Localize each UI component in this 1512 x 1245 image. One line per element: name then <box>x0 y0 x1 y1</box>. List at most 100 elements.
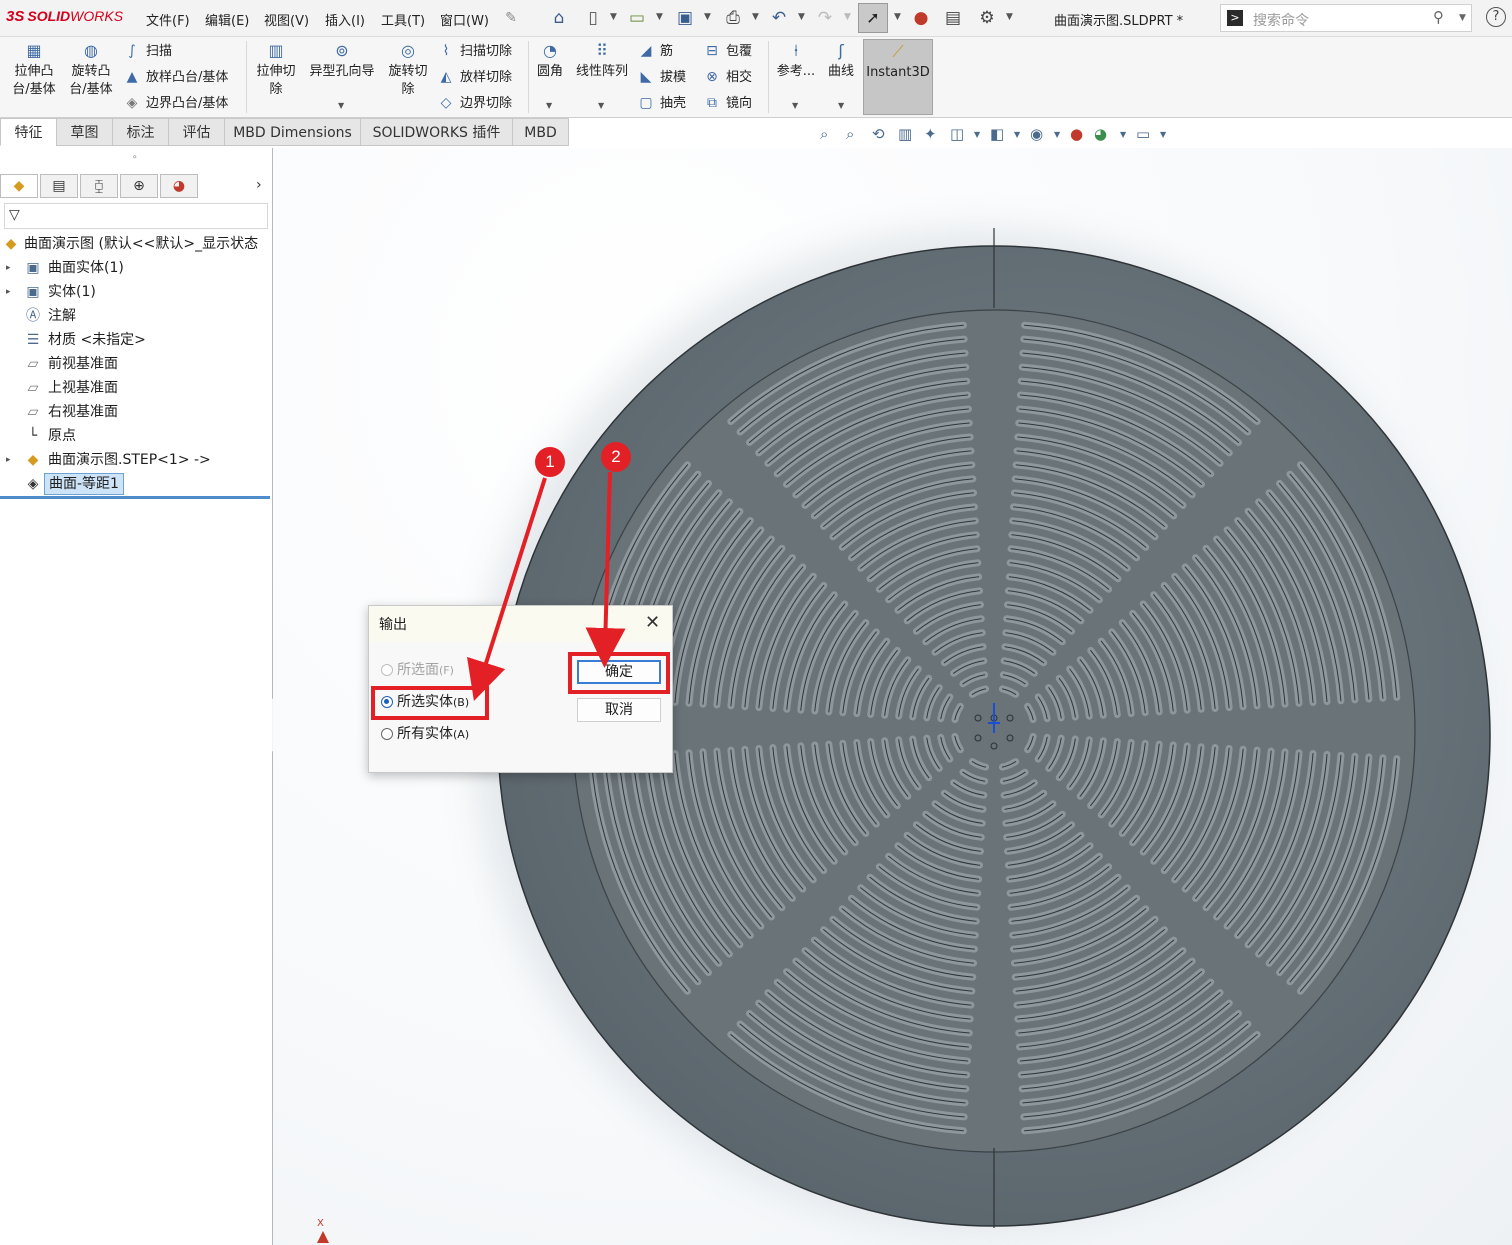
feature-tree-filter[interactable]: ▽ <box>4 203 268 229</box>
options-dropdown-icon[interactable]: ▼ <box>1006 12 1013 22</box>
curves-dropdown-icon[interactable]: ▼ <box>838 101 844 110</box>
solidworks-logo[interactable]: 3S SOLIDWORKS <box>6 8 123 25</box>
linear-pattern-button[interactable]: ⠿ 线性阵列 <box>572 41 632 81</box>
hide-show-dropdown-icon[interactable]: ▼ <box>1054 130 1060 139</box>
extrude-cut-button[interactable]: ▥ 拉伸切除 <box>252 41 300 99</box>
tab-markup[interactable]: 标注 <box>112 118 169 146</box>
view-settings-dropdown-icon[interactable]: ▼ <box>1160 130 1166 139</box>
redo-icon[interactable]: ↷ <box>814 7 836 29</box>
boundary-boss-button[interactable]: ◈ 边界凸台/基体 <box>122 93 229 113</box>
intersect-button[interactable]: ⊗ 相交 <box>702 67 752 87</box>
radio-all-bodies[interactable]: 所有实体(A) <box>381 723 469 745</box>
save-dropdown-icon[interactable]: ▼ <box>704 12 711 22</box>
revolve-boss-button[interactable]: ◍ 旋转凸 台/基体 <box>65 41 117 99</box>
cancel-button[interactable]: 取消 <box>577 698 661 722</box>
dynamic-annotation-icon[interactable]: ✦ <box>924 125 937 143</box>
save-icon[interactable]: ▣ <box>674 7 696 29</box>
surface-bodies-folder-icon: ▣ <box>26 260 40 276</box>
tab-solidworks-addins[interactable]: SOLIDWORKS 插件 <box>360 118 513 146</box>
pin-icon[interactable]: ✎ <box>500 7 522 29</box>
search-commands-box[interactable]: > 搜索命令 ⚲ ▼ <box>1220 4 1472 32</box>
select-pointer-icon[interactable]: ➚ <box>858 3 888 33</box>
hole-wizard-dropdown-icon[interactable]: ▼ <box>338 101 344 110</box>
loft-boss-button[interactable]: ▲ 放样凸台/基体 <box>122 67 229 87</box>
menu-insert[interactable]: 插入(I) <box>325 10 365 29</box>
close-icon[interactable]: ✕ <box>645 612 660 633</box>
lofted-cut-button[interactable]: ◭ 放样切除 <box>436 67 512 87</box>
display-manager-tab-icon[interactable]: ◕ <box>160 174 198 198</box>
display-style-icon[interactable]: ◧ <box>990 125 1004 143</box>
configuration-manager-tab-icon[interactable]: ⧮ <box>80 174 118 198</box>
revolve-cut-button[interactable]: ◎ 旋转切除 <box>384 41 432 99</box>
new-document-icon[interactable]: ▯ <box>582 7 604 29</box>
view-orientation-icon[interactable]: ◫ <box>950 125 964 143</box>
tree-rollback-bar[interactable] <box>0 496 270 499</box>
options-gear-icon[interactable]: ⚙ <box>976 7 998 29</box>
open-folder-icon[interactable]: ▭ <box>626 7 648 29</box>
hole-wizard-button[interactable]: ⊚ 异型孔向导 <box>304 41 380 81</box>
chevron-right-icon[interactable]: › <box>256 177 262 193</box>
menu-file[interactable]: 文件(F) <box>146 10 190 29</box>
search-icon[interactable]: ⚲ <box>1433 8 1444 26</box>
tab-features[interactable]: 特征 <box>0 118 57 146</box>
feature-manager-tab-icon[interactable]: ◆ <box>0 174 38 198</box>
open-dropdown-icon[interactable]: ▼ <box>656 12 663 22</box>
reference-geometry-button[interactable]: ⍿ 参考... <box>774 41 818 81</box>
apply-scene-dropdown-icon[interactable]: ▼ <box>1120 130 1126 139</box>
menu-tools[interactable]: 工具(T) <box>381 10 425 29</box>
tab-sketch[interactable]: 草图 <box>56 118 113 146</box>
edit-appearance-icon[interactable]: ● <box>1070 125 1083 143</box>
view-orientation-dropdown-icon[interactable]: ▼ <box>974 130 980 139</box>
reference-dropdown-icon[interactable]: ▼ <box>792 101 798 110</box>
new-dropdown-icon[interactable]: ▼ <box>610 12 617 22</box>
fillet-dropdown-icon[interactable]: ▼ <box>546 101 552 110</box>
wrap-button[interactable]: ⊟ 包覆 <box>702 41 752 61</box>
menu-window[interactable]: 窗口(W) <box>440 10 489 29</box>
previous-view-icon[interactable]: ⟲ <box>872 125 885 143</box>
undo-icon[interactable]: ↶ <box>768 7 790 29</box>
menu-view[interactable]: 视图(V) <box>264 10 309 29</box>
filter-icon: ▽ <box>9 207 20 223</box>
draft-button[interactable]: ◣ 拔模 <box>636 67 686 87</box>
search-dropdown-icon[interactable]: ▼ <box>1459 13 1466 23</box>
property-manager-tab-icon[interactable]: ▤ <box>40 174 78 198</box>
extrude-boss-button[interactable]: ▦ 拉伸凸 台/基体 <box>8 41 60 99</box>
zoom-to-area-icon[interactable]: ⌕ <box>846 125 854 143</box>
swept-cut-button[interactable]: ⌇ 扫描切除 <box>436 41 512 61</box>
undo-dropdown-icon[interactable]: ▼ <box>798 12 805 22</box>
radio-selected-faces[interactable]: 所选面(F) <box>381 659 454 681</box>
menu-edit[interactable]: 编辑(E) <box>205 10 249 29</box>
dialog-titlebar[interactable] <box>369 606 672 642</box>
instant3d-button[interactable]: ⟋ Instant3D <box>863 39 933 115</box>
expand-arrow-icon[interactable]: ▸ <box>6 281 11 303</box>
tab-mbd[interactable]: MBD <box>512 118 569 146</box>
mirror-button[interactable]: ⧉ 镜向 <box>702 93 752 113</box>
expand-arrow-icon[interactable]: ▸ <box>6 449 11 471</box>
pattern-dropdown-icon[interactable]: ▼ <box>598 101 604 110</box>
print-icon[interactable]: ⎙ <box>722 7 744 29</box>
tab-evaluate[interactable]: 评估 <box>168 118 225 146</box>
home-icon[interactable]: ⌂ <box>548 7 570 29</box>
rib-button[interactable]: ◢ 筋 <box>636 41 673 61</box>
shell-button[interactable]: ▢ 抽壳 <box>636 93 686 113</box>
display-style-dropdown-icon[interactable]: ▼ <box>1014 130 1020 139</box>
redo-dropdown-icon[interactable]: ▼ <box>844 12 851 22</box>
tab-mbd-dimensions[interactable]: MBD Dimensions <box>224 118 361 146</box>
zoom-to-fit-icon[interactable]: ⌕ <box>820 125 828 143</box>
sweep-button[interactable]: ∫ 扫描 <box>122 41 172 61</box>
view-settings-icon[interactable]: ▭ <box>1136 125 1150 143</box>
select-dropdown-icon[interactable]: ▼ <box>894 12 901 22</box>
boundary-cut-button[interactable]: ◇ 边界切除 <box>436 93 512 113</box>
fillet-button[interactable]: ◔ 圆角 <box>532 41 568 81</box>
hide-show-items-icon[interactable]: ◉ <box>1030 125 1043 143</box>
help-icon[interactable]: ? <box>1486 7 1506 27</box>
print-dropdown-icon[interactable]: ▼ <box>752 12 759 22</box>
rebuild-icon[interactable]: ● <box>910 7 932 29</box>
dimxpert-manager-tab-icon[interactable]: ⊕ <box>120 174 158 198</box>
expand-arrow-icon[interactable]: ▸ <box>6 257 11 279</box>
curves-button[interactable]: ʃ 曲线 <box>822 41 860 81</box>
section-view-icon[interactable]: ▥ <box>898 125 912 143</box>
apply-scene-icon[interactable]: ◕ <box>1094 125 1107 143</box>
panel-grip-icon[interactable]: ⚬ <box>131 153 139 163</box>
file-properties-icon[interactable]: ▤ <box>942 7 964 29</box>
